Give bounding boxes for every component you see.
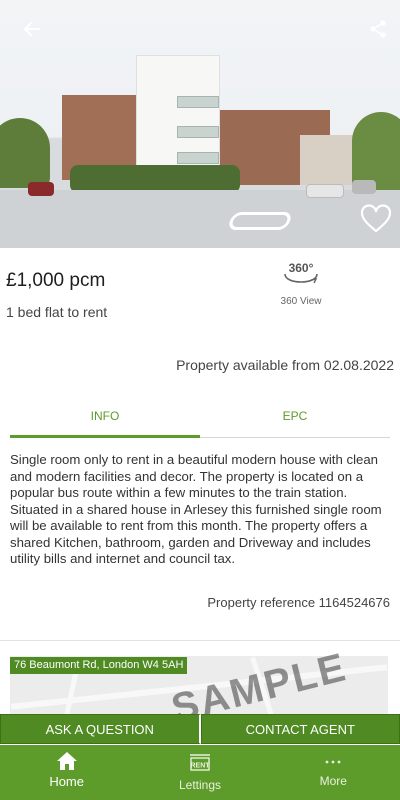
property-description: Single room only to rent in a beautiful … — [10, 452, 382, 566]
view-360-icon: 360° — [284, 261, 318, 284]
nav-home-label: Home — [49, 774, 84, 789]
tree — [0, 118, 50, 188]
availability-date: Property available from 02.08.2022 — [176, 357, 394, 373]
property-photo[interactable] — [0, 0, 400, 248]
bottom-navigation: Home RENT Lettings More — [0, 745, 400, 800]
road — [0, 190, 400, 248]
info-tabs: INFO EPC — [10, 404, 390, 438]
nav-lettings[interactable]: RENT Lettings — [133, 745, 266, 800]
building — [300, 135, 360, 185]
share-icon[interactable] — [360, 14, 396, 44]
tab-info[interactable]: INFO — [10, 404, 200, 438]
heart-outline-icon[interactable] — [360, 204, 396, 236]
hedge — [70, 165, 240, 193]
nav-more-label: More — [319, 774, 347, 788]
svg-text:RENT: RENT — [190, 763, 210, 770]
more-dots-icon — [325, 760, 341, 764]
nav-more[interactable]: More — [267, 745, 400, 800]
car — [306, 184, 344, 198]
rent-sign-icon: RENT — [189, 754, 210, 771]
view-360-label: 360 View — [280, 296, 322, 307]
price: £1,000 pcm — [6, 270, 106, 291]
arrow-left-icon[interactable] — [14, 14, 50, 44]
property-reference: Property reference 1164524676 — [207, 595, 390, 610]
road-marking — [226, 212, 294, 230]
tab-epc[interactable]: EPC — [200, 404, 390, 437]
divider — [0, 640, 400, 641]
home-icon — [56, 752, 77, 770]
view-360-button[interactable]: 360° 360 View — [272, 258, 330, 307]
nav-lettings-label: Lettings — [178, 778, 221, 792]
svg-text:360°: 360° — [289, 261, 314, 275]
nav-home[interactable]: Home — [0, 745, 133, 800]
map-address-label: 76 Beaumont Rd, London W4 5AH — [10, 657, 188, 674]
car — [28, 182, 54, 196]
contact-agent-button[interactable]: CONTACT AGENT — [200, 714, 400, 744]
contact-actions: ASK A QUESTION CONTACT AGENT — [0, 714, 400, 744]
building — [136, 55, 220, 175]
car — [352, 180, 376, 194]
property-type: 1 bed flat to rent — [6, 304, 108, 320]
ask-question-button[interactable]: ASK A QUESTION — [0, 714, 201, 744]
